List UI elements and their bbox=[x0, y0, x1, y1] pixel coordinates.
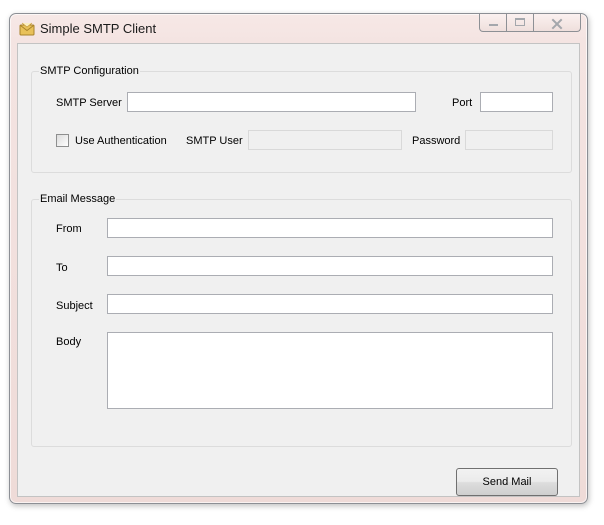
minimize-icon bbox=[489, 24, 498, 26]
smtp-server-label: SMTP Server bbox=[56, 97, 122, 109]
close-button[interactable] bbox=[534, 14, 581, 32]
window-title: Simple SMTP Client bbox=[40, 21, 157, 36]
password-input[interactable] bbox=[465, 130, 553, 150]
port-label: Port bbox=[452, 97, 473, 109]
minimize-button[interactable] bbox=[479, 14, 507, 32]
maximize-icon bbox=[515, 18, 525, 26]
send-mail-button[interactable]: Send Mail bbox=[456, 468, 558, 496]
client-area: SMTP Configuration SMTP Server Port Use … bbox=[17, 43, 580, 497]
email-message-group: Email Message From To Subject Body bbox=[31, 192, 572, 447]
to-input[interactable] bbox=[107, 256, 553, 276]
title-bar[interactable]: Simple SMTP Client bbox=[10, 14, 587, 44]
port-input[interactable] bbox=[480, 92, 553, 112]
envelope-icon bbox=[19, 21, 35, 37]
from-label: From bbox=[56, 223, 82, 235]
to-label: To bbox=[56, 262, 68, 274]
maximize-button[interactable] bbox=[507, 14, 534, 32]
password-label: Password bbox=[412, 135, 461, 147]
from-input[interactable] bbox=[107, 218, 553, 238]
body-textarea[interactable] bbox=[107, 332, 553, 409]
subject-label: Subject bbox=[56, 300, 93, 312]
smtp-configuration-legend: SMTP Configuration bbox=[39, 64, 140, 78]
close-icon bbox=[551, 17, 563, 30]
use-authentication-checkbox[interactable] bbox=[56, 134, 69, 147]
body-label: Body bbox=[56, 336, 82, 348]
use-authentication-label[interactable]: Use Authentication bbox=[75, 134, 167, 148]
smtp-user-label: SMTP User bbox=[186, 135, 243, 147]
smtp-configuration-group: SMTP Configuration SMTP Server Port Use … bbox=[31, 64, 572, 173]
smtp-server-input[interactable] bbox=[127, 92, 416, 112]
main-window: Simple SMTP Client SMTP Configuration SM… bbox=[9, 13, 588, 504]
smtp-user-input[interactable] bbox=[248, 130, 402, 150]
caption-buttons bbox=[479, 14, 581, 34]
subject-input[interactable] bbox=[107, 294, 553, 314]
email-message-legend: Email Message bbox=[39, 192, 117, 206]
